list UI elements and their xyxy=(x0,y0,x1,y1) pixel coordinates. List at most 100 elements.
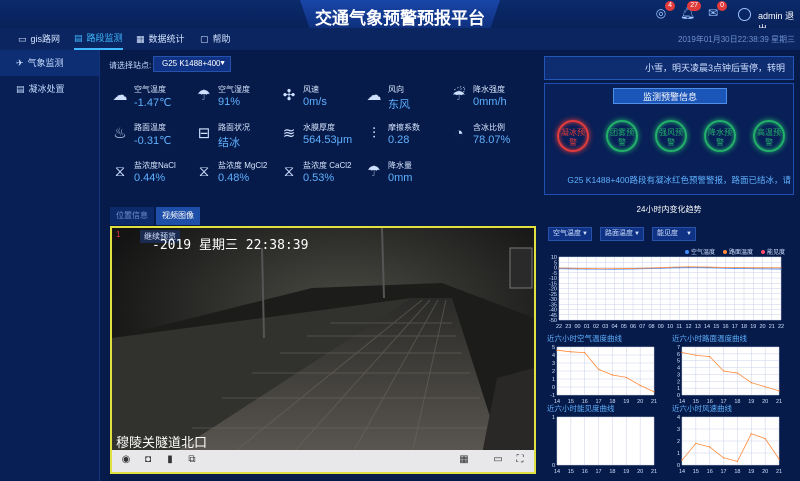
avatar[interactable] xyxy=(738,8,751,21)
nav-label: 帮助 xyxy=(212,34,231,44)
datetime: 2019年01月30日22:38:39 星期三 xyxy=(678,35,795,44)
warning-badge[interactable]: 凝冰预警 xyxy=(557,120,589,152)
legend-dot xyxy=(723,249,728,254)
alert-bell-icon[interactable]: ◎ 4 xyxy=(654,1,675,20)
camera-feed xyxy=(112,228,534,454)
y-tick-label: 7 xyxy=(677,345,680,351)
data-point xyxy=(556,349,558,351)
x-tick-label: 13 xyxy=(695,324,701,330)
data-point xyxy=(778,390,780,392)
trend-title: 24小时内变化趋势 xyxy=(636,205,702,214)
data-point xyxy=(681,459,683,461)
salt-mgcl2-icon: ⧖ xyxy=(198,163,210,180)
metric-value: 0.28 xyxy=(388,134,410,146)
x-tick-label: 12 xyxy=(685,324,691,330)
message-icon[interactable]: ✉ 0 xyxy=(706,1,727,20)
data-point xyxy=(761,268,764,270)
visibility-select[interactable]: 能见度 ▼ xyxy=(652,227,696,241)
data-point xyxy=(697,266,699,268)
record-icon[interactable]: ◉ xyxy=(120,454,132,466)
y-tick-label: 1 xyxy=(552,377,555,383)
station-label: 请选择站点: xyxy=(109,61,152,70)
x-tick-label: 23 xyxy=(565,324,571,330)
select-value: 路面温度 xyxy=(605,230,633,237)
mini-chart-road: 7654321014 15 16 17 18 19 20 21 xyxy=(677,345,782,405)
grid-layout-icon[interactable]: ▦ xyxy=(458,454,470,466)
nav-help[interactable]: ▢ 帮助 xyxy=(200,28,231,50)
plot-area xyxy=(682,347,779,395)
y-tick-label: 2 xyxy=(552,369,555,375)
air-temp-select[interactable]: 空气温度 ▼ xyxy=(548,227,592,241)
data-point xyxy=(764,386,766,388)
metric-label: 盐浓度 CaCl2 xyxy=(303,161,352,170)
warning-badge[interactable]: 强风预警 xyxy=(655,120,687,152)
metric-value: 东风 xyxy=(388,99,410,111)
x-tick-label: 20 xyxy=(637,399,643,405)
data-point xyxy=(650,267,653,269)
x-tick-label: 06 xyxy=(630,324,636,330)
sidebar-item-ice-handling[interactable]: ▤ 凝冰处置 xyxy=(0,76,99,102)
data-point xyxy=(736,372,739,374)
username: admin xyxy=(758,11,783,21)
ice-ratio-icon: ◔ xyxy=(454,125,464,142)
data-point xyxy=(706,266,708,268)
data-point xyxy=(576,267,579,269)
y-tick-label: 6 xyxy=(677,352,680,358)
metric-value: 91% xyxy=(218,96,241,108)
tab-video[interactable]: 视频图像 xyxy=(156,207,200,225)
data-point xyxy=(724,266,727,269)
ice-icon: ▤ xyxy=(16,84,25,94)
x-tick-label: 15 xyxy=(568,469,574,475)
x-tick-label: 22 xyxy=(778,324,784,330)
warning-badge[interactable]: 降水预警 xyxy=(704,120,736,152)
metric-value: 0mm/h xyxy=(473,96,507,108)
warning-badge[interactable]: 团雾预警 xyxy=(606,120,638,152)
data-point xyxy=(570,351,572,353)
data-point xyxy=(764,437,766,440)
nav-statistics[interactable]: ▦ 数据统计 xyxy=(136,28,185,50)
nav-bar: ▭ gis路网 ▤ 路段监测 ▦ 数据统计 ▢ 帮助 2019年01月30日22:38:… xyxy=(0,28,800,50)
notification-badge: 27 xyxy=(687,1,701,11)
x-tick-label: 21 xyxy=(776,399,782,405)
bookmark-icon[interactable]: ▮ xyxy=(164,454,176,466)
data-point xyxy=(752,267,754,269)
nav-road-monitor[interactable]: ▤ 路段监测 xyxy=(74,28,123,50)
x-tick-label: 22 xyxy=(556,324,562,330)
x-tick-label: 20 xyxy=(637,469,643,475)
x-tick-label: 14 xyxy=(679,469,685,475)
salt-nacl-icon: ⧖ xyxy=(114,163,126,180)
data-point xyxy=(623,267,625,270)
warning-badge[interactable]: 高温预警 xyxy=(753,120,785,152)
tab-location[interactable]: 位置信息 xyxy=(110,207,154,225)
camera-icon[interactable]: ◘ xyxy=(142,454,154,466)
nav-gis[interactable]: ▭ gis路网 xyxy=(18,28,60,50)
data-point xyxy=(722,457,725,459)
data-point xyxy=(780,268,782,270)
data-point xyxy=(761,267,764,269)
zoom-icon[interactable]: ⧉ xyxy=(186,454,198,466)
fullscreen-icon[interactable]: ⛶ xyxy=(514,454,526,466)
x-tick-label: 21 xyxy=(651,469,657,475)
data-point xyxy=(771,267,773,269)
weather-notice: 小雪，明天凌晨3点钟后雪停，转明 xyxy=(544,56,794,80)
wind-speed-icon: ✣ xyxy=(282,87,296,104)
sidebar-item-weather[interactable]: ✈ 气象监测 xyxy=(0,50,99,76)
notification-icon[interactable]: 🔔︎ 27 xyxy=(680,1,701,20)
x-tick-label: 03 xyxy=(602,324,608,330)
x-tick-label: 04 xyxy=(611,324,617,330)
data-point xyxy=(736,460,739,463)
window-icon[interactable]: ▭ xyxy=(492,454,504,466)
video-player[interactable]: 1 继续预览 -2019 星期三 22:38:39 穆陵关隧道北口 ◉ ◘ ▮ … xyxy=(110,226,536,474)
data-point xyxy=(750,433,752,435)
station-select[interactable]: G25 K1488+400 ▼ xyxy=(153,56,231,72)
road-temp-select[interactable]: 路面温度 ▼ xyxy=(600,227,644,241)
road-condition-icon: ⊟ xyxy=(197,125,211,142)
legend-dot xyxy=(685,249,689,254)
metric-value: -0.31℃ xyxy=(134,135,172,147)
y-tick-label: 1 xyxy=(677,386,680,392)
x-tick-label: 14 xyxy=(554,469,560,475)
x-tick-label: 18 xyxy=(609,399,615,405)
y-tick-label: 3 xyxy=(677,427,680,433)
metric-value: 0.48% xyxy=(218,172,250,184)
metric-value: 0mm xyxy=(388,172,413,184)
